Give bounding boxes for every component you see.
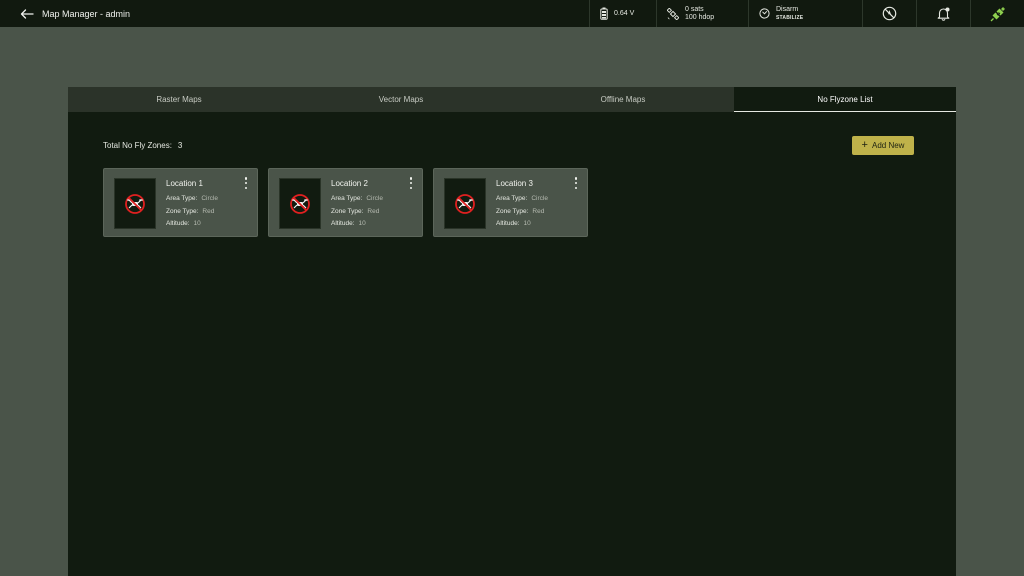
more-options-icon[interactable] (408, 176, 414, 190)
zone-zone-type: Zone Type: Red (166, 206, 218, 219)
zone-info: Location 3 Area Type: Circle Zone Type: Re… (496, 179, 548, 231)
zone-altitude: Altitude: 10 (166, 218, 218, 231)
tab-offline-maps[interactable]: Offline Maps (512, 87, 734, 112)
no-flyzone-toggle[interactable] (862, 0, 916, 27)
back-button[interactable] (20, 7, 36, 21)
header-left: Map Manager - admin (0, 0, 589, 27)
zone-name: Location 1 (166, 179, 203, 188)
zone-zone-type: Zone Type: Red (331, 206, 383, 219)
tab-no-flyzone-list[interactable]: No Flyzone List (734, 87, 956, 112)
add-new-button[interactable]: + Add New (852, 135, 914, 155)
altitude-value: 10 (193, 220, 201, 227)
connection-button[interactable] (970, 0, 1024, 27)
zone-altitude: Altitude: 10 (496, 218, 548, 231)
battery-icon (600, 7, 608, 20)
notifications-button[interactable] (916, 0, 970, 27)
battery-status[interactable]: 0.64 V (589, 0, 656, 27)
gps-status[interactable]: 0 sats 100 hdop (656, 0, 748, 27)
plus-icon: + (861, 139, 868, 151)
arm-icon (759, 8, 770, 19)
tab-bar: Raster Maps Vector Maps Offline Maps No … (68, 87, 956, 112)
gps-sats: 0 sats (685, 5, 704, 13)
area-type-value: Circle (531, 195, 548, 202)
more-options-icon[interactable] (243, 176, 249, 190)
no-drone-icon (455, 193, 475, 214)
altitude-value: 10 (523, 220, 531, 227)
add-new-label: Add New (871, 140, 905, 150)
tab-raster-maps[interactable]: Raster Maps (68, 87, 290, 112)
no-drone-icon (125, 193, 145, 214)
arrow-left-icon (20, 8, 34, 19)
zone-card-list: Location 1 Area Type: Circle Zone Type: Re… (103, 168, 588, 237)
zone-card[interactable]: Location 1 Area Type: Circle Zone Type: Re… (103, 168, 258, 237)
altitude-label: Altitude: (166, 220, 190, 227)
zone-thumbnail (279, 178, 321, 229)
zone-info: Location 2 Area Type: Circle Zone Type: Re… (331, 179, 383, 231)
arm-state: Disarm (776, 5, 799, 13)
area-type-label: Area Type: (331, 195, 363, 202)
arm-status[interactable]: Disarm STABILIZE (748, 0, 862, 27)
zone-thumbnail (444, 178, 486, 229)
zone-zone-type: Zone Type: Red (496, 206, 548, 219)
tab-vector-maps[interactable]: Vector Maps (290, 87, 512, 112)
zone-type-value: Red (367, 207, 380, 215)
zone-type-value: Red (532, 207, 545, 215)
total-zones-label: Total No Fly Zones: (103, 140, 172, 150)
zone-type-label: Zone Type: (331, 207, 364, 215)
zone-area-type: Area Type: Circle (331, 193, 383, 206)
zone-name: Location 2 (331, 179, 368, 188)
altitude-value: 10 (358, 220, 366, 227)
bell-icon (937, 7, 950, 21)
zone-info: Location 1 Area Type: Circle Zone Type: Re… (166, 179, 218, 231)
total-zones-count: 3 (177, 140, 183, 150)
no-drone-icon (290, 193, 310, 214)
more-options-icon[interactable] (573, 176, 579, 190)
zone-thumbnail (114, 178, 156, 229)
top-bar: Map Manager - admin 0.64 V 0 sats 100 hd… (0, 0, 1024, 27)
area-type-label: Area Type: (166, 195, 198, 202)
summary-row: Total No Fly Zones: 3 + Add New (103, 135, 914, 155)
area-type-label: Area Type: (496, 195, 528, 202)
satellite-icon (667, 7, 679, 20)
zone-type-value: Red (202, 207, 215, 215)
map-manager-panel: Raster Maps Vector Maps Offline Maps No … (68, 87, 956, 576)
gps-hdop: 100 hdop (685, 13, 715, 21)
zone-card[interactable]: Location 2 Area Type: Circle Zone Type: Re… (268, 168, 423, 237)
altitude-label: Altitude: (331, 220, 355, 227)
area-type-value: Circle (201, 195, 218, 202)
arm-readout: Disarm STABILIZE (776, 6, 803, 22)
zone-type-label: Zone Type: (166, 207, 199, 215)
gps-readout: 0 sats 100 hdop (685, 6, 714, 22)
plug-connected-icon (990, 6, 1005, 21)
zone-type-label: Zone Type: (496, 207, 529, 215)
no-fly-compass-icon (882, 6, 897, 21)
area-type-value: Circle (366, 195, 383, 202)
altitude-label: Altitude: (496, 220, 520, 227)
zone-card[interactable]: Location 3 Area Type: Circle Zone Type: Re… (433, 168, 588, 237)
flight-mode: STABILIZE (776, 14, 804, 21)
zone-altitude: Altitude: 10 (331, 218, 383, 231)
zone-area-type: Area Type: Circle (166, 193, 218, 206)
page-title: Map Manager - admin (42, 8, 131, 19)
zone-area-type: Area Type: Circle (496, 193, 548, 206)
zone-name: Location 3 (496, 179, 533, 188)
total-zones: Total No Fly Zones: 3 (103, 141, 182, 150)
battery-voltage: 0.64 V (614, 9, 635, 17)
